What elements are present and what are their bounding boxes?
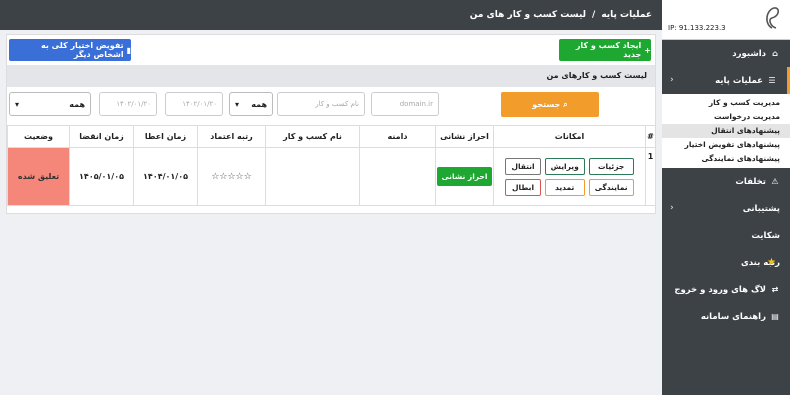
column-header: دامنه [359,125,436,148]
sidebar-item-dashboard[interactable]: ⌂ داشبورد [662,40,790,67]
breadcrumb: عملیات پایه / لیست کسب و کار های من [0,0,662,30]
sidebar-item-label: راهنمای سامانه [700,311,766,322]
trust-select[interactable]: همه ▾ [229,92,273,116]
expire-date-input[interactable]: ۱۴۰۲/۰۱/۲۰ [99,92,157,116]
status-badge: تعلیق شده [7,147,70,206]
column-header: نام کسب و کار [265,125,360,148]
cancel-button[interactable]: ابطال [505,178,541,196]
search-button[interactable]: ⌕ جستجو [501,92,599,117]
star-icon: ★ [767,257,776,268]
column-header: احراز نشانی [435,125,494,148]
sidebar-item-ranking[interactable]: رتبه بندی ★ [662,249,790,276]
edit-button[interactable]: ویرایش [544,157,585,175]
submenu-transfer-offers[interactable]: پیشنهادهای انتقال [662,124,790,138]
select-value: همه [69,99,85,109]
sidebar-item-label: داشبورد [732,48,766,59]
select-value: همه [251,99,267,109]
sidebar-item-violations[interactable]: ⚠ تخلفات [662,168,790,195]
column-header: امکانات [493,125,646,148]
home-icon: ⌂ [772,49,778,58]
submenu-request-management[interactable]: مدیریت درخواست [662,110,790,124]
sidebar-item-label: پشتیبانی [742,203,780,214]
column-header: # [645,125,656,148]
sidebar-item-label: شکایت [751,230,780,241]
plus-icon: + [644,45,651,55]
document-icon: ▮ [126,45,131,55]
chevron-icon: ‹ [670,203,674,213]
column-header: وضعیت [7,125,70,148]
new-business-button[interactable]: + ایجاد کسب و کار جدید [559,39,651,61]
submenu-delegation-offers[interactable]: پیشنهادهای تفویض اختیار [662,138,790,152]
chevron-icon: ‹ [670,75,674,85]
sidebar-item-label: عملیات پایه [715,75,763,86]
chevron-down-icon: ▾ [15,99,20,109]
breadcrumb-current: لیست کسب و کار های من [469,10,587,20]
sidebar-header: IP: 91.133.223.3 [662,0,790,40]
business-table: # امکانات احراز نشانی دامنه نام کسب و کا… [7,125,656,206]
sidebar-item-guide[interactable]: ▤ راهنمای سامانه [662,303,790,330]
expire-date-cell: ۱۴۰۵/۰۱/۰۵ [69,147,134,206]
address-auth-button[interactable]: احراز نشانی [436,167,493,186]
warning-icon: ⚠ [771,177,779,186]
list-title: لیست کسب و کارهای من [7,65,655,87]
button-label: تفویض اختیار کلی به اشخاص دیگر [41,41,124,59]
star-rating: ☆☆☆☆☆ [211,171,252,182]
trust-rating-cell: ☆☆☆☆☆ [197,147,266,206]
options-cell: جزئیات ویرایش انتقال نمایندگی تمدید ابطا… [493,147,646,206]
business-name-cell [265,147,360,206]
auth-cell: احراز نشانی [435,147,494,206]
table-row: 1 جزئیات ویرایش انتقال نمایندگی تمدید اب… [7,147,656,206]
agency-button[interactable]: نمایندگی [588,178,634,196]
breadcrumb-parent[interactable]: عملیات پایه [601,10,652,20]
sidebar-item-complaint[interactable]: شکایت [662,222,790,249]
row-index: 1 [645,147,656,206]
sidebar-item-support[interactable]: پشتیبانی ‹ [662,195,790,222]
transfer-button[interactable]: انتقال [505,157,541,175]
filter-row: همه ▾ ۱۴۰۲/۰۱/۲۰ ۱۴۰۲/۰۱/۲۰ همه ▾ نام کس… [7,89,655,125]
sidebar-item-logs[interactable]: ⇄ لاگ های ورود و خروج [662,276,790,303]
sidebar-item-basic-operations[interactable]: ☰ عملیات پایه ‹ [662,67,790,94]
submenu-agency-offers[interactable]: پیشنهادهای نمایندگی [662,152,790,166]
logo-icon [766,7,780,29]
sidebar: IP: 91.133.223.3 ⌂ داشبورد ☰ عملیات پایه… [662,0,790,395]
column-header: رتبه اعتماد [197,125,266,148]
table-header-row: # امکانات احراز نشانی دامنه نام کسب و کا… [7,125,656,148]
chevron-down-icon: ▾ [235,99,240,109]
grant-date-cell: ۱۴۰۴/۰۱/۰۵ [133,147,198,206]
renew-button[interactable]: تمدید [544,178,585,196]
details-button[interactable]: جزئیات [588,157,634,175]
grant-date-input[interactable]: ۱۴۰۲/۰۱/۲۰ [165,92,223,116]
sidebar-item-label: لاگ های ورود و خروج [674,284,766,295]
sidebar-item-label: تخلفات [735,176,766,187]
button-label: ایجاد کسب و کار جدید [575,41,642,59]
content-panel: + ایجاد کسب و کار جدید ▮ تفویض اختیار کل… [6,34,656,214]
domain-input[interactable]: domain.ir [371,92,439,116]
button-label: جستجو [532,100,561,109]
submenu-business-management[interactable]: مدیریت کسب و کار [662,96,790,110]
name-input[interactable]: نام کسب و کار [277,92,365,116]
column-header: زمان اعطا [133,125,198,148]
sidebar-submenu: مدیریت کسب و کار مدیریت درخواست پیشنهاده… [662,94,790,168]
log-icon: ⇄ [771,285,779,294]
main-content: عملیات پایه / لیست کسب و کار های من + ای… [0,0,662,395]
breadcrumb-separator: / [592,10,596,20]
column-header: زمان انقضا [69,125,134,148]
book-icon: ▤ [771,312,779,321]
ip-address: IP: 91.133.223.3 [668,24,726,32]
search-icon: ⌕ [563,99,568,109]
list-icon: ☰ [768,76,776,85]
status-select[interactable]: همه ▾ [9,92,91,116]
delegate-button[interactable]: ▮ تفویض اختیار کلی به اشخاص دیگر [9,39,131,61]
domain-cell [359,147,436,206]
